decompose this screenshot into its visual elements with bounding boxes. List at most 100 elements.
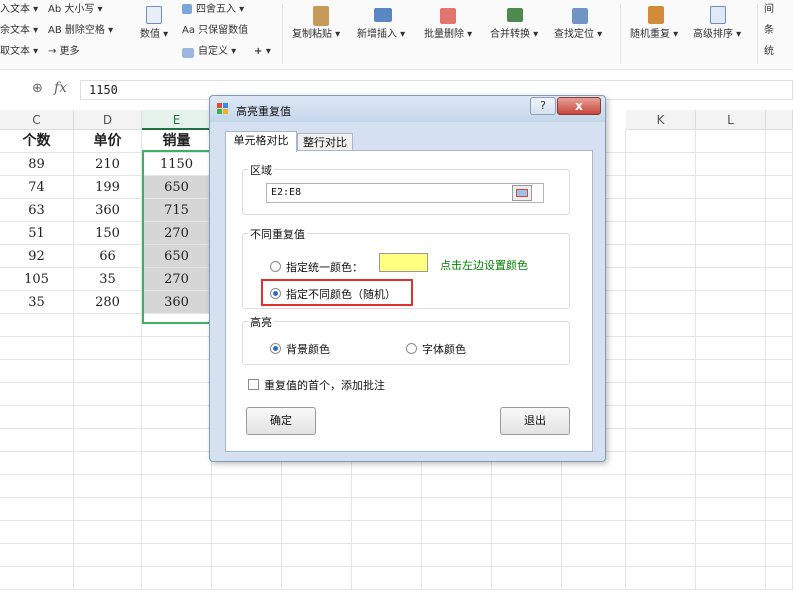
- empty-cell[interactable]: [142, 475, 212, 498]
- table-cell[interactable]: 89: [0, 153, 74, 176]
- empty-cell[interactable]: [492, 567, 562, 590]
- empty-cell[interactable]: [142, 383, 212, 406]
- table-cell[interactable]: 105: [0, 268, 74, 291]
- empty-cell[interactable]: [0, 383, 74, 406]
- table-cell[interactable]: 650: [142, 176, 212, 199]
- ribbon-item-edge-2[interactable]: 条: [764, 24, 774, 38]
- empty-cell[interactable]: [74, 337, 142, 360]
- empty-cell[interactable]: [142, 567, 212, 590]
- col-header-c[interactable]: C: [0, 110, 74, 130]
- empty-cell[interactable]: [696, 544, 766, 567]
- ribbon-btn-random[interactable]: 随机重复 ▾: [630, 28, 678, 42]
- table-cell[interactable]: 650: [142, 245, 212, 268]
- empty-cell[interactable]: [696, 429, 766, 452]
- table-cell[interactable]: 360: [74, 199, 142, 222]
- empty-cell[interactable]: [696, 222, 766, 245]
- empty-cell[interactable]: [142, 337, 212, 360]
- empty-cell[interactable]: [626, 314, 696, 337]
- table-cell[interactable]: 63: [0, 199, 74, 222]
- empty-cell[interactable]: [74, 567, 142, 590]
- empty-cell[interactable]: [696, 130, 766, 153]
- dialog-titlebar[interactable]: 高亮重复值 ? x: [210, 96, 605, 122]
- empty-cell[interactable]: [142, 360, 212, 383]
- range-input[interactable]: E2:E8: [266, 183, 544, 203]
- empty-cell[interactable]: [282, 475, 352, 498]
- empty-cell[interactable]: [142, 498, 212, 521]
- empty-cell[interactable]: [142, 452, 212, 475]
- ribbon-item-edge-3[interactable]: 统: [764, 45, 774, 59]
- ribbon-item-round[interactable]: 四舍五入 ▾: [196, 3, 244, 17]
- empty-cell[interactable]: [766, 475, 793, 498]
- empty-cell[interactable]: [626, 406, 696, 429]
- range-select-button[interactable]: [512, 185, 532, 201]
- empty-cell[interactable]: [422, 567, 492, 590]
- ribbon-btn-copy-paste[interactable]: 复制粘贴 ▾: [292, 28, 340, 42]
- empty-cell[interactable]: [696, 176, 766, 199]
- empty-cell[interactable]: [696, 452, 766, 475]
- empty-cell[interactable]: [766, 360, 793, 383]
- empty-cell[interactable]: [766, 291, 793, 314]
- empty-cell[interactable]: [0, 567, 74, 590]
- empty-cell[interactable]: [0, 429, 74, 452]
- empty-cell[interactable]: [142, 406, 212, 429]
- ok-button[interactable]: 确定: [246, 407, 316, 435]
- table-cell[interactable]: 270: [142, 222, 212, 245]
- empty-cell[interactable]: [492, 498, 562, 521]
- ribbon-item-keep-number[interactable]: Aa 只保留数值: [182, 24, 248, 38]
- empty-cell[interactable]: [0, 544, 74, 567]
- empty-cell[interactable]: [766, 245, 793, 268]
- empty-cell[interactable]: [212, 475, 282, 498]
- empty-cell[interactable]: [696, 291, 766, 314]
- empty-cell[interactable]: [282, 498, 352, 521]
- empty-cell[interactable]: [766, 406, 793, 429]
- ribbon-item-custom[interactable]: 自定义 ▾: [198, 45, 236, 59]
- ribbon-item-number[interactable]: 数值 ▾: [140, 28, 168, 42]
- empty-cell[interactable]: [0, 360, 74, 383]
- table-header-cell[interactable]: 单价: [74, 130, 142, 153]
- empty-cell[interactable]: [74, 429, 142, 452]
- empty-cell[interactable]: [0, 314, 74, 337]
- table-cell[interactable]: 210: [74, 153, 142, 176]
- empty-cell[interactable]: [696, 475, 766, 498]
- empty-cell[interactable]: [0, 521, 74, 544]
- empty-cell[interactable]: [74, 475, 142, 498]
- color-swatch[interactable]: [379, 253, 428, 272]
- ribbon-btn-delete[interactable]: 批量删除 ▾: [424, 28, 472, 42]
- empty-cell[interactable]: [74, 383, 142, 406]
- empty-cell[interactable]: [142, 544, 212, 567]
- table-cell[interactable]: 280: [74, 291, 142, 314]
- empty-cell[interactable]: [626, 452, 696, 475]
- tab-cell-compare[interactable]: 单元格对比: [225, 131, 297, 152]
- empty-cell[interactable]: [352, 567, 422, 590]
- empty-cell[interactable]: [626, 521, 696, 544]
- ribbon-item-text-1[interactable]: 入文本 ▾: [0, 3, 38, 17]
- empty-cell[interactable]: [74, 498, 142, 521]
- empty-cell[interactable]: [0, 498, 74, 521]
- empty-cell[interactable]: [696, 268, 766, 291]
- table-header-cell[interactable]: 销量: [142, 130, 212, 153]
- table-header-cell[interactable]: 个数: [0, 130, 74, 153]
- empty-cell[interactable]: [766, 176, 793, 199]
- empty-cell[interactable]: [422, 544, 492, 567]
- empty-cell[interactable]: [282, 521, 352, 544]
- table-cell[interactable]: 74: [0, 176, 74, 199]
- empty-cell[interactable]: [626, 245, 696, 268]
- empty-cell[interactable]: [626, 383, 696, 406]
- empty-cell[interactable]: [74, 452, 142, 475]
- empty-cell[interactable]: [352, 544, 422, 567]
- empty-cell[interactable]: [562, 521, 626, 544]
- close-button[interactable]: x: [557, 97, 601, 115]
- empty-cell[interactable]: [352, 498, 422, 521]
- empty-cell[interactable]: [562, 567, 626, 590]
- col-header-d[interactable]: D: [74, 110, 142, 130]
- empty-cell[interactable]: [74, 406, 142, 429]
- ribbon-item-more[interactable]: → 更多: [48, 45, 80, 59]
- empty-cell[interactable]: [696, 406, 766, 429]
- bg-color-radio[interactable]: [270, 343, 281, 354]
- first-comment-checkbox[interactable]: [248, 379, 259, 390]
- empty-cell[interactable]: [282, 544, 352, 567]
- empty-cell[interactable]: [422, 521, 492, 544]
- empty-cell[interactable]: [212, 521, 282, 544]
- empty-cell[interactable]: [282, 567, 352, 590]
- empty-cell[interactable]: [74, 544, 142, 567]
